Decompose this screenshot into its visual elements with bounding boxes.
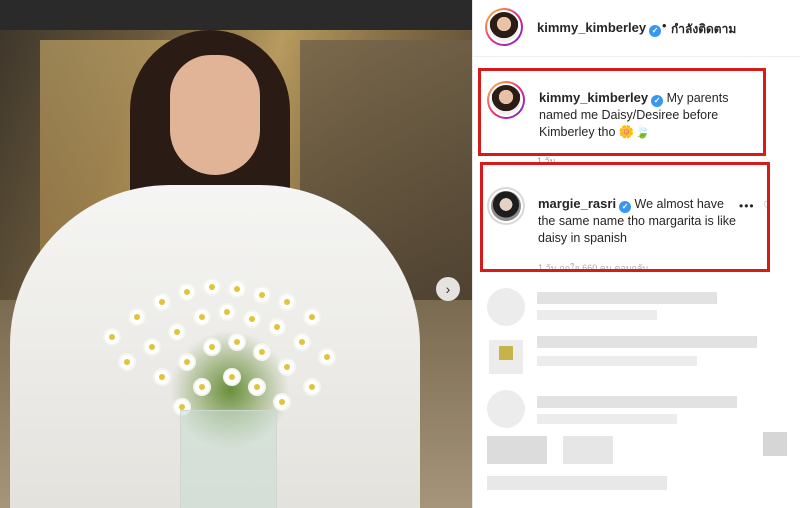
avatar[interactable]: [487, 81, 525, 119]
more-options-icon[interactable]: •••: [739, 199, 755, 213]
post-photo: ›: [0, 0, 472, 508]
avatar[interactable]: [487, 187, 525, 225]
comment-username[interactable]: kimmy_kimberley ✓: [539, 90, 664, 107]
comment-body: margie_rasri ✓ We almost have the same na…: [538, 195, 738, 247]
comment-body: kimmy_kimberley ✓ My parents named me Dai…: [539, 89, 759, 141]
verified-badge-icon: ✓: [649, 25, 662, 37]
face: [170, 55, 260, 175]
comment-highlight-box: margie_rasri ✓ We almost have the same na…: [480, 162, 770, 272]
separator-dot: •: [662, 18, 667, 33]
pixelated-comments: [473, 270, 800, 508]
heart-icon[interactable]: ♡: [763, 199, 767, 213]
post-header: kimmy_kimberley ✓ • กำลังติดตาม: [473, 0, 800, 57]
comment-highlight-box: kimmy_kimberley ✓ My parents named me Dai…: [478, 68, 766, 156]
post-side-panel: kimmy_kimberley ✓ • กำลังติดตาม kimmy_kim…: [472, 0, 800, 508]
glass-vase: [180, 410, 277, 508]
verified-badge-icon: ✓: [619, 201, 632, 213]
verified-badge-icon: ✓: [651, 95, 664, 107]
avatar[interactable]: [485, 8, 523, 46]
next-photo-button[interactable]: ›: [436, 277, 460, 301]
header-username[interactable]: kimmy_kimberley ✓: [537, 20, 662, 37]
comment-username[interactable]: margie_rasri ✓: [538, 196, 632, 213]
following-button[interactable]: กำลังติดตาม: [671, 20, 736, 39]
photo-top-bar: [0, 0, 472, 30]
chevron-right-icon: ›: [445, 281, 451, 297]
